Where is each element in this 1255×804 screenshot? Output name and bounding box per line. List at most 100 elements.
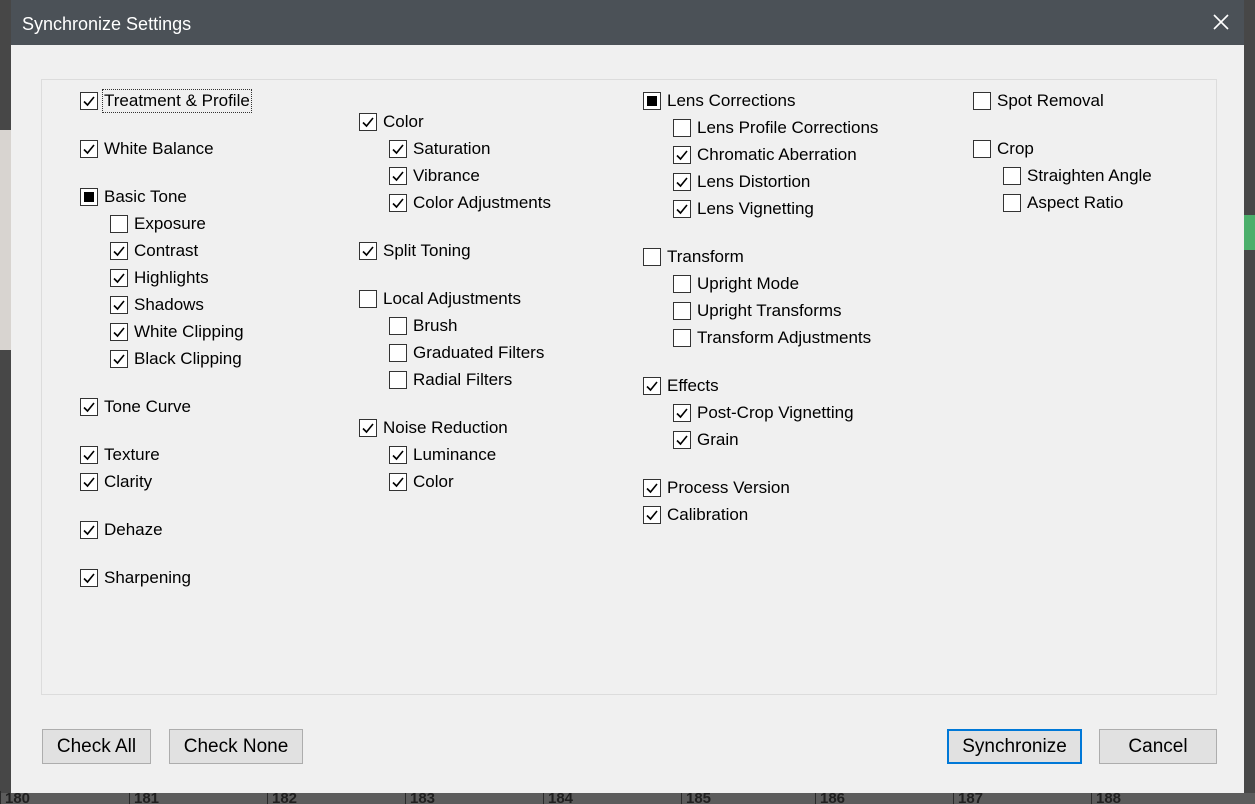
checkbox-box[interactable] <box>110 215 128 233</box>
checkbox-chromatic-aberration[interactable]: Chromatic Aberration <box>673 144 857 166</box>
checkbox-shadows[interactable]: Shadows <box>110 294 204 316</box>
checkbox-box[interactable] <box>673 146 691 164</box>
checkbox-lens-vignetting[interactable]: Lens Vignetting <box>673 198 814 220</box>
checkbox-calibration[interactable]: Calibration <box>643 504 748 526</box>
checkbox-box[interactable] <box>673 431 691 449</box>
checkbox-box[interactable] <box>673 404 691 422</box>
checkbox-box[interactable] <box>80 569 98 587</box>
checkbox-box[interactable] <box>80 473 98 491</box>
checkbox-box[interactable] <box>973 140 991 158</box>
checkbox-radial-filters[interactable]: Radial Filters <box>389 369 512 391</box>
checkbox-graduated-filters[interactable]: Graduated Filters <box>389 342 544 364</box>
checkbox-label: Color Adjustments <box>413 193 551 212</box>
checkbox-black-clipping[interactable]: Black Clipping <box>110 348 242 370</box>
checkmark-icon <box>83 525 95 536</box>
cancel-button[interactable]: Cancel <box>1099 729 1217 764</box>
checkbox-box[interactable] <box>389 446 407 464</box>
checkbox-box[interactable] <box>673 329 691 347</box>
checkbox-box[interactable] <box>359 113 377 131</box>
checkbox-color[interactable]: Color <box>359 111 424 133</box>
checkbox-box[interactable] <box>389 194 407 212</box>
checkbox-box[interactable] <box>389 473 407 491</box>
checkbox-lens-distortion[interactable]: Lens Distortion <box>673 171 810 193</box>
checkbox-local-adjustments[interactable]: Local Adjustments <box>359 288 521 310</box>
checkbox-luminance[interactable]: Luminance <box>389 444 496 466</box>
checkbox-treatment-profile[interactable]: Treatment & Profile <box>80 89 252 113</box>
checkbox-box[interactable] <box>359 419 377 437</box>
checkbox-box[interactable] <box>643 92 661 110</box>
checkbox-process-version[interactable]: Process Version <box>643 477 790 499</box>
checkbox-box[interactable] <box>673 302 691 320</box>
checkmark-icon <box>83 573 95 584</box>
checkbox-box[interactable] <box>643 377 661 395</box>
checkbox-box[interactable] <box>673 173 691 191</box>
checkbox-noise-color[interactable]: Color <box>389 471 454 493</box>
checkbox-basic-tone[interactable]: Basic Tone <box>80 186 187 208</box>
checkbox-box[interactable] <box>389 140 407 158</box>
checkbox-dehaze[interactable]: Dehaze <box>80 519 163 541</box>
checkbox-box[interactable] <box>389 167 407 185</box>
checkbox-label: Upright Transforms <box>697 301 842 320</box>
checkbox-box[interactable] <box>673 275 691 293</box>
checkbox-box[interactable] <box>643 479 661 497</box>
checkbox-brush[interactable]: Brush <box>389 315 457 337</box>
close-button[interactable] <box>1198 0 1244 45</box>
checkbox-tone-curve[interactable]: Tone Curve <box>80 396 191 418</box>
checkbox-white-balance[interactable]: White Balance <box>80 138 214 160</box>
checkbox-box[interactable] <box>1003 167 1021 185</box>
checkbox-box[interactable] <box>389 344 407 362</box>
checkbox-label: Process Version <box>667 478 790 497</box>
checkbox-split-toning[interactable]: Split Toning <box>359 240 471 262</box>
checkbox-box[interactable] <box>359 242 377 260</box>
checkbox-noise-reduction[interactable]: Noise Reduction <box>359 417 508 439</box>
checkbox-lens-corrections[interactable]: Lens Corrections <box>643 90 796 112</box>
check-none-button[interactable]: Check None <box>169 729 303 764</box>
checkbox-spot-removal[interactable]: Spot Removal <box>973 90 1104 112</box>
checkbox-box[interactable] <box>110 242 128 260</box>
checkbox-box[interactable] <box>973 92 991 110</box>
checkbox-box[interactable] <box>110 296 128 314</box>
checkbox-box[interactable] <box>359 290 377 308</box>
checkbox-box[interactable] <box>110 269 128 287</box>
checkbox-box[interactable] <box>389 317 407 335</box>
checkbox-box[interactable] <box>673 119 691 137</box>
checkbox-box[interactable] <box>643 248 661 266</box>
checkmark-icon <box>362 246 374 257</box>
checkbox-contrast[interactable]: Contrast <box>110 240 198 262</box>
checkbox-box[interactable] <box>80 188 98 206</box>
checkbox-box[interactable] <box>389 371 407 389</box>
checkbox-post-crop-vignetting[interactable]: Post-Crop Vignetting <box>673 402 854 424</box>
check-all-button[interactable]: Check All <box>42 729 151 764</box>
checkbox-white-clipping[interactable]: White Clipping <box>110 321 244 343</box>
checkbox-lens-profile-corrections[interactable]: Lens Profile Corrections <box>673 117 878 139</box>
checkbox-transform[interactable]: Transform <box>643 246 744 268</box>
checkbox-sharpening[interactable]: Sharpening <box>80 567 191 589</box>
checkbox-exposure[interactable]: Exposure <box>110 213 206 235</box>
synchronize-button[interactable]: Synchronize <box>947 729 1082 764</box>
checkbox-box[interactable] <box>80 446 98 464</box>
checkbox-clarity[interactable]: Clarity <box>80 471 152 493</box>
checkbox-saturation[interactable]: Saturation <box>389 138 491 160</box>
checkbox-transform-adjustments[interactable]: Transform Adjustments <box>673 327 871 349</box>
checkbox-effects[interactable]: Effects <box>643 375 719 397</box>
checkbox-highlights[interactable]: Highlights <box>110 267 209 289</box>
checkbox-grain[interactable]: Grain <box>673 429 739 451</box>
checkbox-box[interactable] <box>1003 194 1021 212</box>
checkbox-upright-mode[interactable]: Upright Mode <box>673 273 799 295</box>
checkbox-box[interactable] <box>110 350 128 368</box>
checkbox-upright-transforms[interactable]: Upright Transforms <box>673 300 842 322</box>
checkbox-vibrance[interactable]: Vibrance <box>389 165 480 187</box>
checkbox-box[interactable] <box>80 398 98 416</box>
checkbox-straighten-angle[interactable]: Straighten Angle <box>1003 165 1152 187</box>
checkbox-crop[interactable]: Crop <box>973 138 1034 160</box>
checkbox-box[interactable] <box>80 92 98 110</box>
checkbox-label: Saturation <box>413 139 491 158</box>
checkbox-texture[interactable]: Texture <box>80 444 160 466</box>
checkbox-box[interactable] <box>80 521 98 539</box>
checkbox-box[interactable] <box>643 506 661 524</box>
checkbox-box[interactable] <box>673 200 691 218</box>
checkbox-box[interactable] <box>80 140 98 158</box>
checkbox-box[interactable] <box>110 323 128 341</box>
checkbox-color-adjustments[interactable]: Color Adjustments <box>389 192 551 214</box>
checkbox-aspect-ratio[interactable]: Aspect Ratio <box>1003 192 1123 214</box>
